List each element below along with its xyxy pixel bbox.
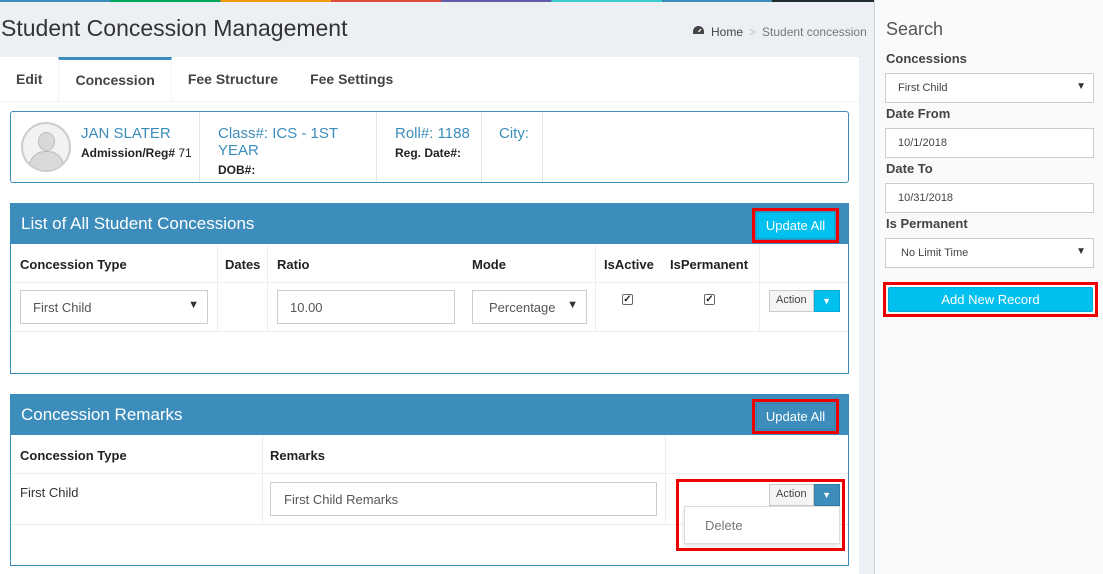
caret-down-icon[interactable]: ▼ [813, 290, 840, 312]
concession-type-select[interactable]: First Child ▼ [20, 290, 208, 324]
date-to-label: Date To [886, 161, 933, 176]
student-class-cell: Class#: ICS - 1ST YEAR DOB#: [200, 112, 377, 182]
user-avatar-icon [21, 122, 71, 172]
column-header-ispermanent: IsPermanent [670, 257, 749, 272]
remarks-box-title: Concession Remarks [21, 405, 183, 424]
class-label: Class#: [218, 125, 269, 142]
concessions-box: List of All Student Concessions Concessi… [10, 203, 849, 374]
concessions-select-value: First Child [898, 82, 948, 94]
highlight-box [752, 208, 839, 243]
remarks-box-header: Concession Remarks [11, 395, 848, 435]
student-roll-cell: Roll#: 1188 Reg. Date#: [377, 112, 482, 182]
action-button[interactable]: Action [769, 290, 814, 312]
remarks-input[interactable]: First Child Remarks [270, 482, 657, 516]
column-header-dates: Dates [225, 257, 261, 272]
student-city-cell: City: [482, 112, 543, 182]
student-profile-card: JAN SLATER Admission/Reg# 71 Class#: ICS… [10, 111, 849, 183]
concessions-select[interactable]: First Child ▼ [885, 73, 1094, 103]
caret-down-icon: ▼ [188, 299, 199, 311]
ratio-input[interactable]: 10.00 [277, 290, 455, 324]
check-icon: ✓ [623, 294, 632, 305]
highlight-box [752, 399, 839, 434]
highlight-box [676, 479, 845, 551]
tab-concession[interactable]: Concession [58, 57, 172, 101]
ispermanent-checkbox[interactable]: ✓ [704, 294, 715, 305]
isactive-checkbox[interactable]: ✓ [622, 294, 633, 305]
breadcrumb: Home > Student concession [692, 25, 867, 39]
dob-label: DOB#: [218, 163, 256, 177]
is-permanent-label: Is Permanent [886, 216, 968, 231]
breadcrumb-current: Student concession [762, 25, 867, 39]
search-title: Search [886, 19, 944, 39]
tab-fee-structure[interactable]: Fee Structure [172, 57, 294, 101]
column-header-concession-type: Concession Type [20, 257, 127, 272]
tab-bar: Edit Concession Fee Structure Fee Settin… [0, 57, 859, 102]
caret-down-icon: ▼ [1076, 246, 1086, 257]
concessions-box-title: List of All Student Concessions [21, 214, 255, 233]
column-header-concession-type: Concession Type [20, 448, 127, 463]
dashboard-icon [692, 25, 705, 39]
student-name[interactable]: JAN SLATER [81, 125, 199, 142]
page-title: Student Concession Management [1, 15, 348, 41]
concessions-box-header: List of All Student Concessions [11, 204, 848, 244]
admission-value: 71 [178, 146, 192, 160]
mode-select[interactable]: Percentage ▼ [472, 290, 587, 324]
student-name-cell: JAN SLATER Admission/Reg# 71 [81, 112, 200, 182]
check-icon: ✓ [705, 294, 714, 305]
mode-value: Percentage [489, 300, 556, 315]
admission-label: Admission/Reg# [81, 146, 176, 160]
roll-value: 1188 [437, 125, 470, 142]
tab-edit[interactable]: Edit [0, 57, 58, 101]
breadcrumb-separator: > [749, 25, 757, 39]
reg-date-label: Reg. Date#: [395, 146, 462, 160]
row-action-group: Action ▼ [769, 290, 840, 312]
column-header-ratio: Ratio [277, 257, 310, 272]
concession-type-value: First Child [33, 300, 92, 315]
concessions-label: Concessions [886, 51, 967, 66]
is-permanent-select-value: No Limit Time [901, 247, 969, 259]
tab-fee-settings[interactable]: Fee Settings [294, 57, 409, 101]
roll-label: Roll#: [395, 125, 434, 142]
caret-down-icon: ▼ [567, 299, 578, 311]
caret-down-icon: ▼ [1076, 81, 1086, 92]
date-from-input[interactable]: 10/1/2018 [885, 128, 1094, 158]
column-header-remarks: Remarks [270, 448, 325, 463]
remark-concession-type: First Child [20, 485, 79, 500]
date-from-label: Date From [886, 106, 951, 121]
is-permanent-select[interactable]: No Limit Time ▼ [885, 238, 1094, 268]
date-to-input[interactable]: 10/31/2018 [885, 183, 1094, 213]
highlight-box [883, 282, 1098, 317]
breadcrumb-home-link[interactable]: Home [711, 25, 743, 39]
column-header-isactive: IsActive [604, 257, 654, 272]
search-panel: Search Concessions First Child ▼ Date Fr… [874, 0, 1103, 574]
city-label: City: [499, 125, 529, 142]
column-header-mode: Mode [472, 257, 506, 272]
